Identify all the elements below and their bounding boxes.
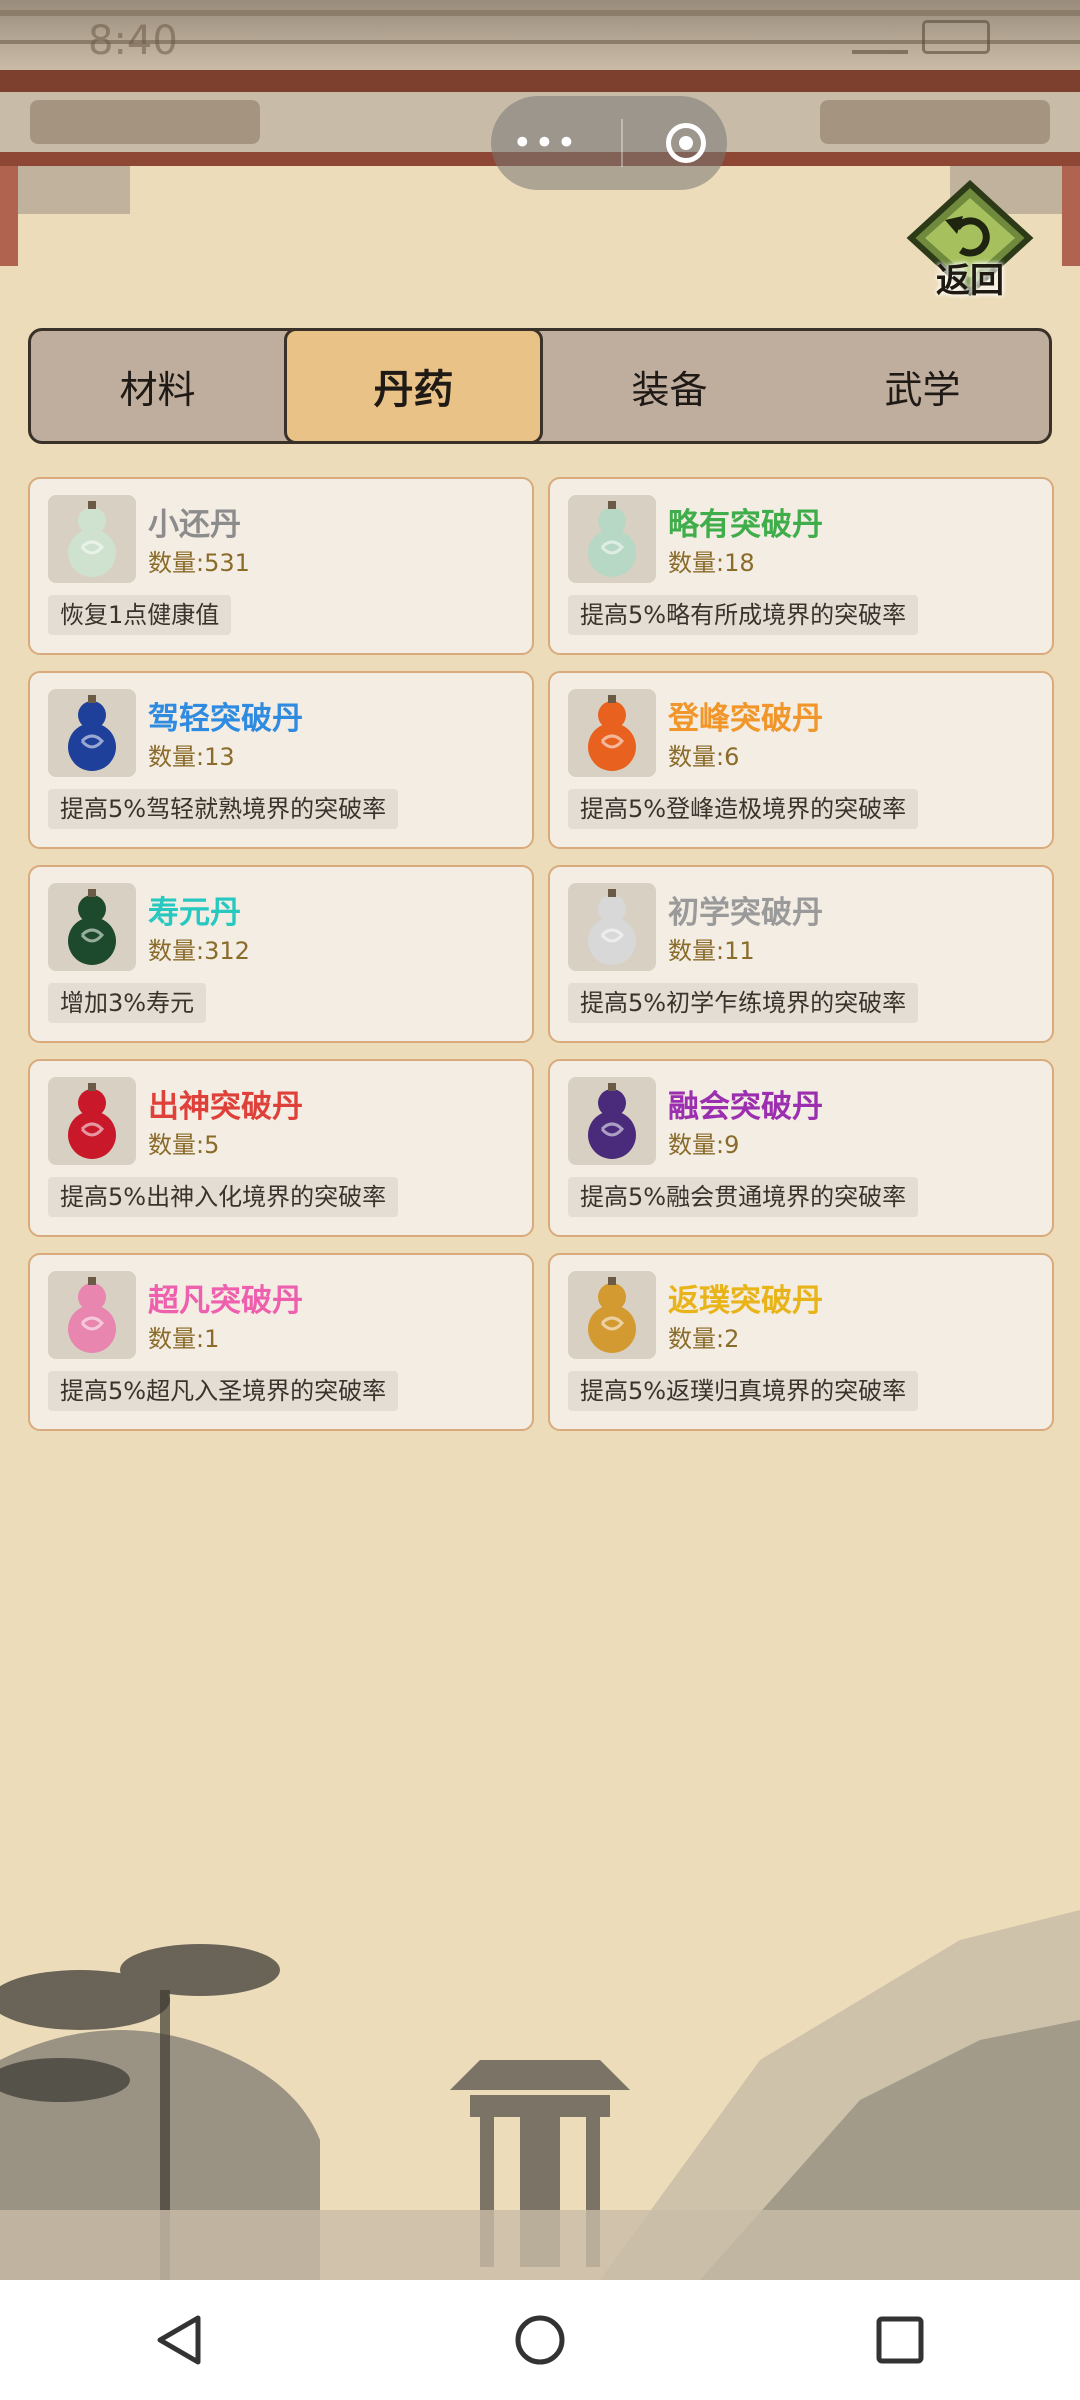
item-quantity: 数量:6 [668, 743, 740, 771]
item-quantity: 数量:5 [148, 1131, 220, 1159]
nav-back-button[interactable] [120, 2290, 240, 2390]
more-icon[interactable]: ••• [512, 123, 578, 163]
back-button[interactable]: 返回 [905, 179, 1035, 310]
triangle-back-icon [157, 2315, 201, 2365]
mini-program-capsule: ••• [491, 96, 727, 190]
item-name: 出神突破丹 [148, 1089, 303, 1125]
category-tabs: 材料 丹药 装备 武学 [28, 328, 1052, 444]
item-description: 提高5%初学乍练境界的突破率 [568, 983, 919, 1023]
pill-gourd-icon [48, 883, 136, 971]
pill-gourd-icon [568, 495, 656, 583]
item-quantity: 数量:531 [148, 549, 250, 577]
pill-gourd-icon [568, 1271, 656, 1359]
nav-recents-button[interactable] [840, 2290, 960, 2390]
item-quantity: 数量:312 [148, 937, 250, 965]
item-description: 增加3%寿元 [48, 983, 207, 1023]
pill-gourd-icon [48, 1077, 136, 1165]
pill-gourd-icon [568, 1077, 656, 1165]
item-card[interactable]: 登峰突破丹数量:6 提高5%登峰造极境界的突破率 [548, 671, 1054, 849]
item-grid: 小还丹数量:531 恢复1点健康值 略有突破丹数量:18 提高5%略有所成境界的突破率… [28, 477, 1054, 1431]
signal-icon [852, 20, 908, 54]
item-card[interactable]: 初学突破丹数量:11 提高5%初学乍练境界的突破率 [548, 865, 1054, 1043]
item-quantity: 数量:18 [668, 549, 755, 577]
pill-gourd-icon [48, 689, 136, 777]
back-label: 返回 [936, 261, 1004, 301]
square-recents-icon [876, 2316, 924, 2364]
tab-materials[interactable]: 材料 [31, 331, 284, 441]
item-quantity: 数量:9 [668, 1131, 740, 1159]
item-name: 融会突破丹 [668, 1089, 823, 1125]
item-card[interactable]: 融会突破丹数量:9 提高5%融会贯通境界的突破率 [548, 1059, 1054, 1237]
circle-home-icon [515, 2315, 565, 2365]
item-description: 提高5%融会贯通境界的突破率 [568, 1177, 919, 1217]
item-quantity: 数量:13 [148, 743, 235, 771]
item-card[interactable]: 略有突破丹数量:18 提高5%略有所成境界的突破率 [548, 477, 1054, 655]
item-name: 返璞突破丹 [668, 1283, 823, 1319]
item-card[interactable]: 出神突破丹数量:5 提高5%出神入化境界的突破率 [28, 1059, 534, 1237]
pill-gourd-icon [568, 883, 656, 971]
nav-home-button[interactable] [480, 2290, 600, 2390]
pill-gourd-icon [48, 1271, 136, 1359]
item-name: 登峰突破丹 [668, 701, 823, 737]
item-name: 小还丹 [148, 507, 241, 543]
status-time: 8:40 [88, 18, 178, 64]
item-description: 提高5%登峰造极境界的突破率 [568, 789, 919, 829]
item-quantity: 数量:1 [148, 1325, 220, 1353]
item-name: 寿元丹 [148, 895, 241, 931]
item-card[interactable]: 驾轻突破丹数量:13 提高5%驾轻就熟境界的突破率 [28, 671, 534, 849]
pill-gourd-icon [568, 689, 656, 777]
tab-pills[interactable]: 丹药 [284, 328, 543, 444]
item-description: 提高5%返璞归真境界的突破率 [568, 1371, 919, 1411]
tab-equipment[interactable]: 装备 [543, 331, 796, 441]
item-description: 提高5%出神入化境界的突破率 [48, 1177, 399, 1217]
item-quantity: 数量:2 [668, 1325, 740, 1353]
system-nav-bar [0, 2280, 1080, 2400]
item-card[interactable]: 小还丹数量:531 恢复1点健康值 [28, 477, 534, 655]
item-name: 略有突破丹 [668, 507, 823, 543]
item-name: 初学突破丹 [668, 895, 823, 931]
item-description: 提高5%略有所成境界的突破率 [568, 595, 919, 635]
status-icons [852, 20, 990, 54]
landscape-decoration [0, 1910, 1080, 2280]
item-description: 提高5%驾轻就熟境界的突破率 [48, 789, 399, 829]
tab-martial-arts[interactable]: 武学 [796, 331, 1049, 441]
item-quantity: 数量:11 [668, 937, 755, 965]
pill-gourd-icon [48, 495, 136, 583]
item-card[interactable]: 超凡突破丹数量:1 提高5%超凡入圣境界的突破率 [28, 1253, 534, 1431]
item-description: 恢复1点健康值 [48, 595, 232, 635]
item-card[interactable]: 寿元丹数量:312 增加3%寿元 [28, 865, 534, 1043]
battery-icon [922, 20, 990, 54]
item-description: 提高5%超凡入圣境界的突破率 [48, 1371, 399, 1411]
item-name: 超凡突破丹 [148, 1283, 303, 1319]
item-card[interactable]: 返璞突破丹数量:2 提高5%返璞归真境界的突破率 [548, 1253, 1054, 1431]
item-name: 驾轻突破丹 [148, 701, 303, 737]
close-target-icon[interactable] [665, 123, 706, 163]
